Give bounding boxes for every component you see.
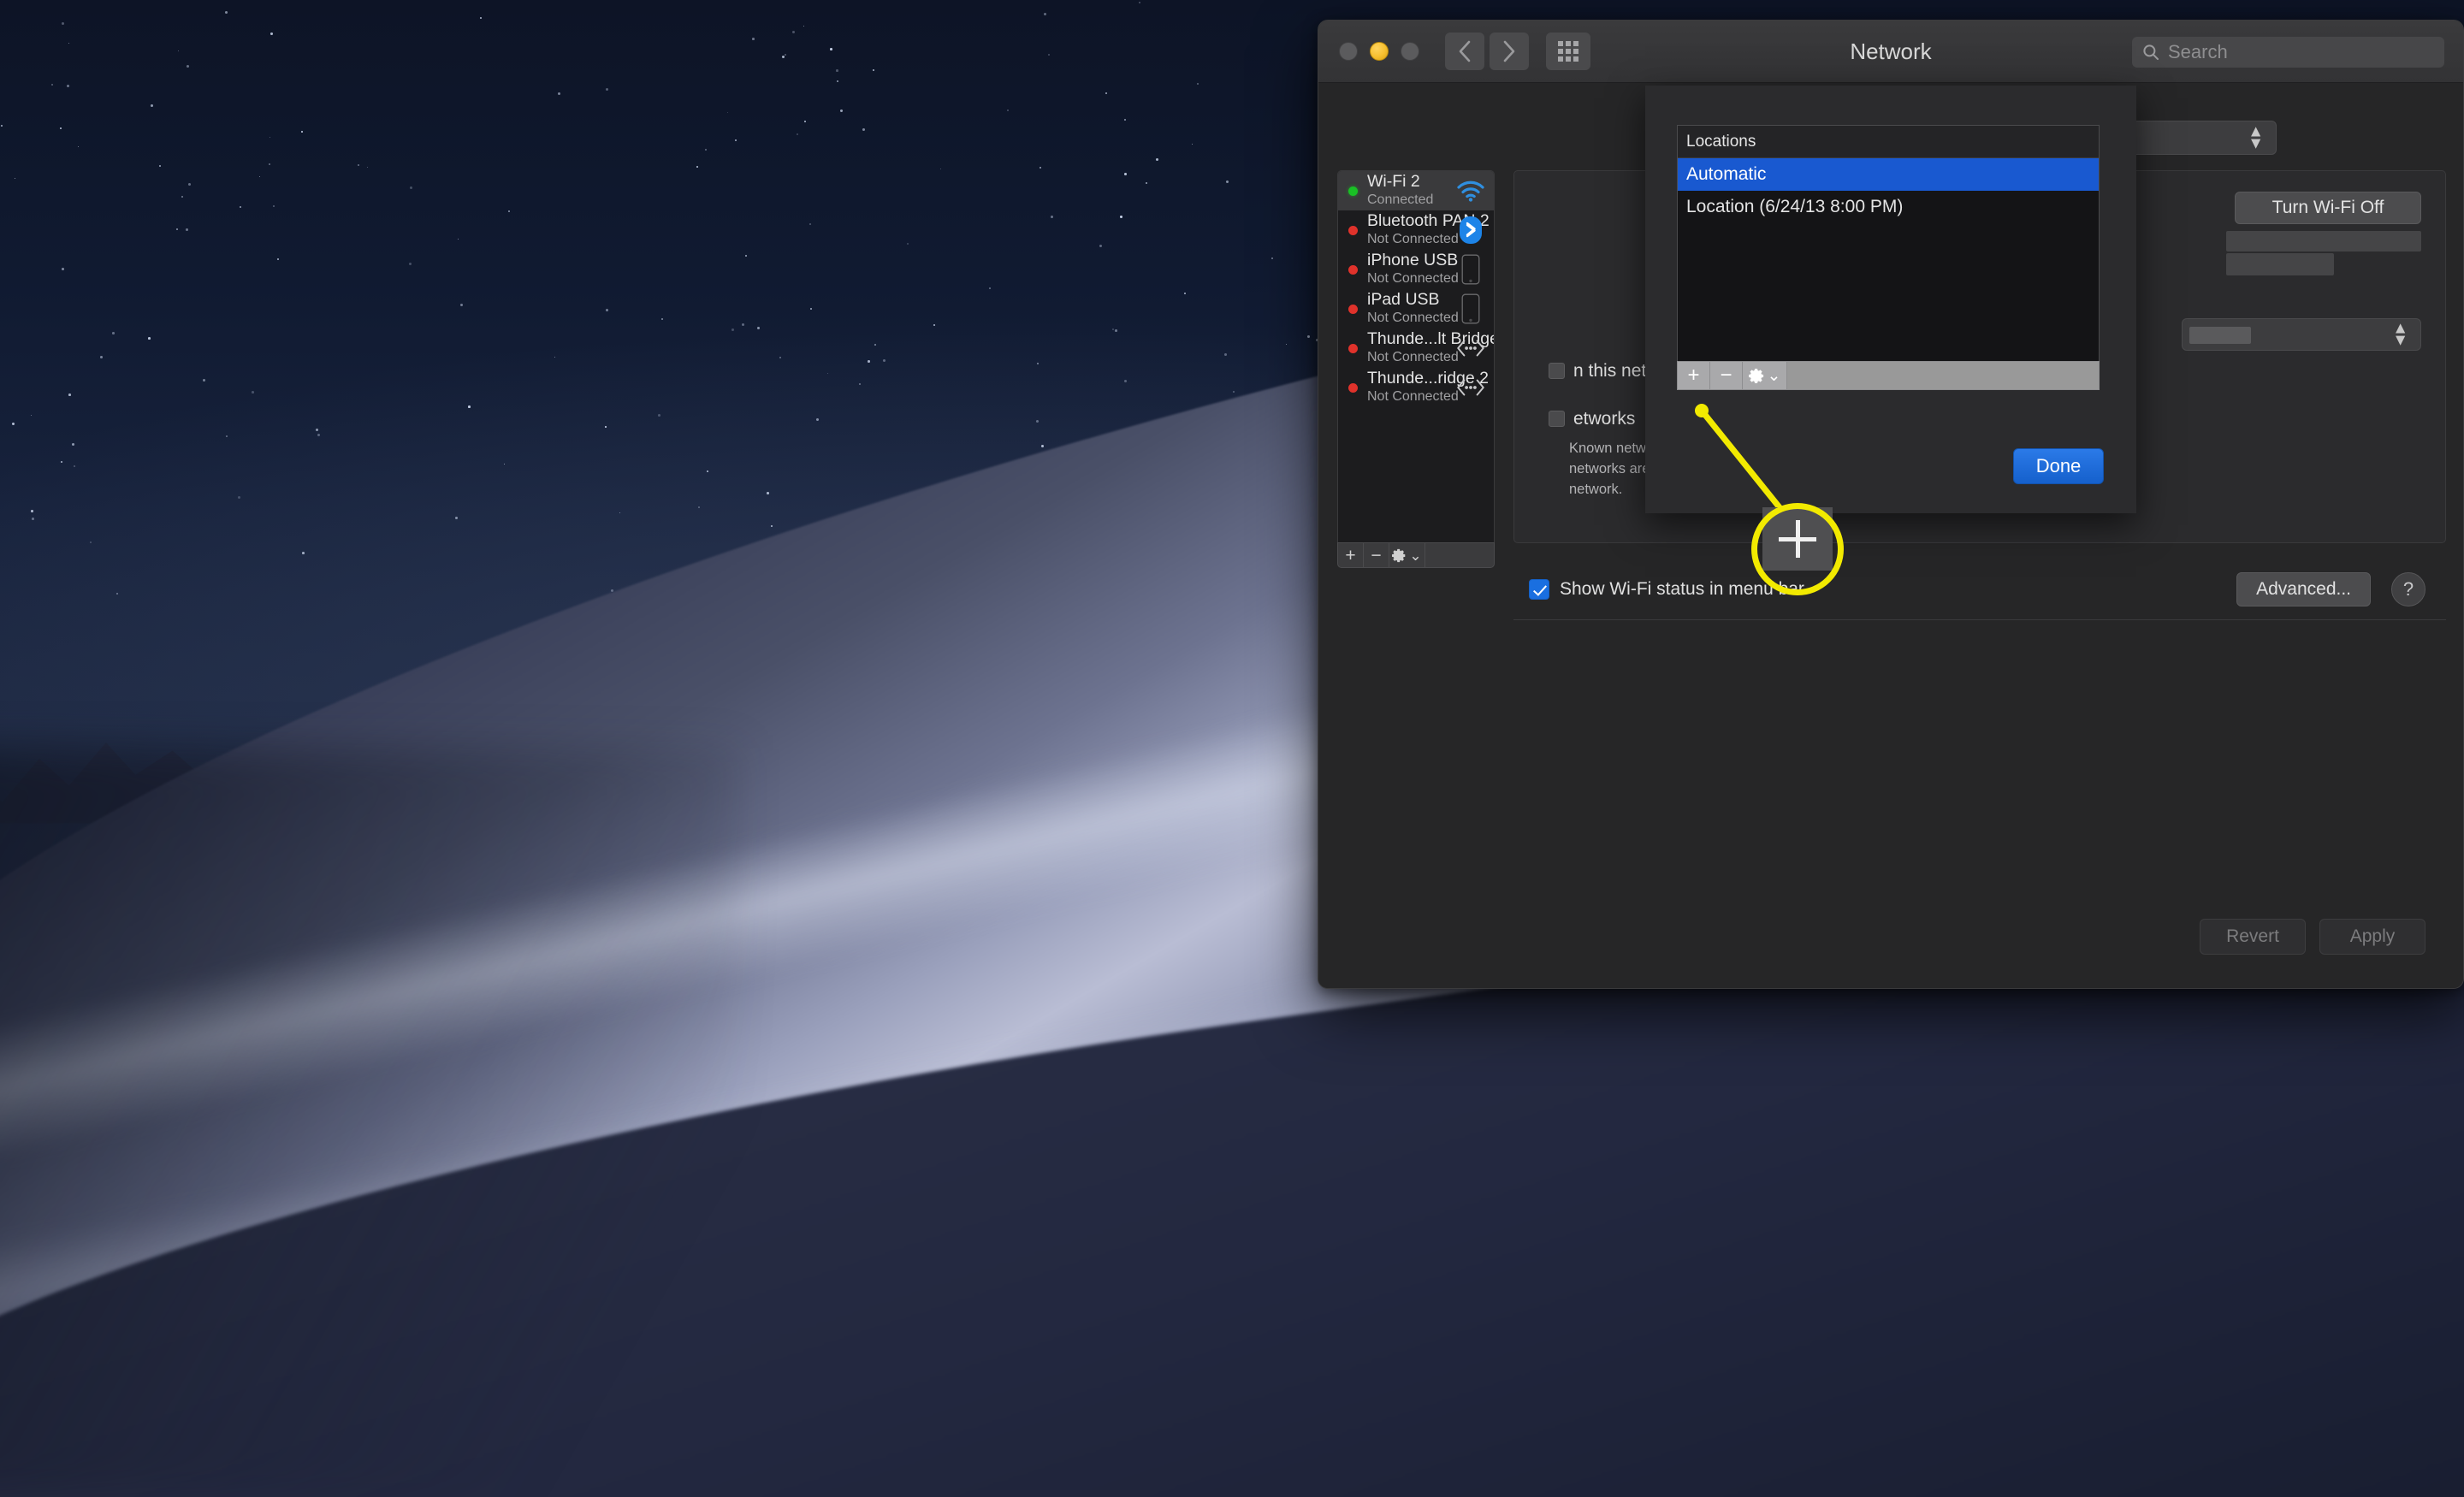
zoom-button[interactable] <box>1401 42 1419 61</box>
service-row-bluetooth-pan[interactable]: Bluetooth PAN 2 Not Connected <box>1338 210 1494 250</box>
traffic-light-group <box>1339 42 1419 61</box>
service-row-thunderbolt-bridge-2[interactable]: Thunde...ridge 2 Not Connected <box>1338 368 1494 407</box>
wifi-icon <box>1456 176 1485 205</box>
status-dot-connected <box>1348 186 1358 196</box>
status-dot-disconnected <box>1348 264 1358 275</box>
services-toolbar: + − ⌄ <box>1337 542 1495 568</box>
turn-wifi-off-button[interactable]: Turn Wi-Fi Off <box>2235 192 2421 224</box>
service-status: Not Connected <box>1367 388 1459 404</box>
ask-to-join-networks-label: etworks <box>1549 409 1635 429</box>
service-status: Not Connected <box>1367 231 1459 246</box>
service-row-ipad-usb[interactable]: iPad USB Not Connected <box>1338 289 1494 328</box>
network-services-list[interactable]: Wi-Fi 2 Connected Bluetooth PAN 2 Not Co… <box>1337 170 1495 543</box>
services-action-menu-button[interactable]: ⌄ <box>1389 543 1425 567</box>
chevron-down-icon: ⌄ <box>1767 366 1781 385</box>
thunderbolt-bridge-icon <box>1456 334 1485 363</box>
show-wifi-status-row[interactable]: Show Wi-Fi status in menu bar <box>1529 579 1804 600</box>
add-service-button[interactable]: + <box>1338 543 1364 567</box>
window-titlebar: Network Search <box>1318 21 2463 83</box>
status-dot-disconnected <box>1348 382 1358 393</box>
bluetooth-icon <box>1456 216 1485 245</box>
search-placeholder: Search <box>2168 41 2228 62</box>
service-name: iPhone USB <box>1367 251 1459 270</box>
revert-button[interactable]: Revert <box>2200 919 2306 955</box>
ipad-icon <box>1456 293 1485 324</box>
add-location-button[interactable]: + <box>1678 362 1710 389</box>
gear-icon <box>1392 548 1406 562</box>
service-name: Wi-Fi 2 <box>1367 172 1420 192</box>
chevron-down-icon: ⌄ <box>1409 547 1422 564</box>
service-row-thunderbolt-bridge[interactable]: Thunde...lt Bridge Not Connected <box>1338 328 1494 368</box>
locations-list-header: Locations <box>1678 126 2099 158</box>
locations-list-item-saved[interactable]: Location (6/24/13 8:00 PM) <box>1678 191 2099 223</box>
service-status: Not Connected <box>1367 270 1459 286</box>
redacted-status-block-2 <box>2226 253 2334 275</box>
status-dot-disconnected <box>1348 304 1358 314</box>
locations-listbox[interactable]: Locations Automatic Location (6/24/13 8:… <box>1677 125 2100 361</box>
gear-icon <box>1748 368 1763 383</box>
services-toolbar-spacer <box>1425 543 1494 567</box>
thunderbolt-bridge-icon <box>1456 373 1485 402</box>
service-name: iPad USB <box>1367 290 1440 310</box>
close-button[interactable] <box>1339 42 1358 61</box>
navigation-buttons <box>1445 33 1529 70</box>
apply-button[interactable]: Apply <box>2319 919 2426 955</box>
locations-list-item-automatic[interactable]: Automatic <box>1678 158 2099 191</box>
done-button[interactable]: Done <box>2013 448 2104 484</box>
service-row-iphone-usb[interactable]: iPhone USB Not Connected <box>1338 250 1494 289</box>
help-button[interactable]: ? <box>2391 572 2426 606</box>
back-button[interactable] <box>1445 33 1484 70</box>
redacted-status-block-1 <box>2226 231 2421 251</box>
search-field[interactable]: Search <box>2132 37 2444 68</box>
search-icon <box>2143 44 2159 60</box>
locations-toolbar-spacer <box>1787 362 2099 389</box>
network-name-popup-button[interactable]: ▲ ▼ <box>2182 318 2421 351</box>
locations-sheet: Locations Automatic Location (6/24/13 8:… <box>1645 86 2136 513</box>
redacted-network-name <box>2189 327 2251 344</box>
ask-join-networks-checkbox[interactable] <box>1549 411 1565 427</box>
locations-toolbar: + − ⌄ <box>1677 361 2100 390</box>
grid-icon <box>1558 41 1578 62</box>
remove-location-button[interactable]: − <box>1710 362 1743 389</box>
service-status: Not Connected <box>1367 310 1459 325</box>
status-dot-disconnected <box>1348 343 1358 353</box>
service-row-wifi[interactable]: Wi-Fi 2 Connected <box>1338 171 1494 210</box>
show-all-preferences-button[interactable] <box>1546 33 1590 70</box>
stepper-arrows-icon: ▲ ▼ <box>2392 319 2408 349</box>
footer-divider <box>1513 619 2446 620</box>
forward-button[interactable] <box>1490 33 1529 70</box>
locations-action-menu-button[interactable]: ⌄ <box>1743 362 1787 389</box>
show-wifi-status-label: Show Wi-Fi status in menu bar <box>1560 579 1804 599</box>
show-wifi-status-checkbox[interactable] <box>1529 579 1549 600</box>
remove-service-button[interactable]: − <box>1364 543 1389 567</box>
service-status: Connected <box>1367 192 1434 207</box>
wifi-pane-footer: Show Wi-Fi status in menu bar Advanced..… <box>1513 562 2446 617</box>
service-status: Not Connected <box>1367 349 1459 364</box>
window-action-buttons: Revert Apply <box>2200 919 2426 955</box>
stepper-arrows-icon: ▲ ▼ <box>2248 122 2264 152</box>
status-dot-disconnected <box>1348 225 1358 235</box>
iphone-icon <box>1456 254 1485 285</box>
advanced-button[interactable]: Advanced... <box>2236 572 2371 606</box>
ask-join-checkbox[interactable] <box>1549 363 1565 379</box>
minimize-button[interactable] <box>1370 42 1389 61</box>
wallpaper-shadow-left <box>0 748 739 1497</box>
